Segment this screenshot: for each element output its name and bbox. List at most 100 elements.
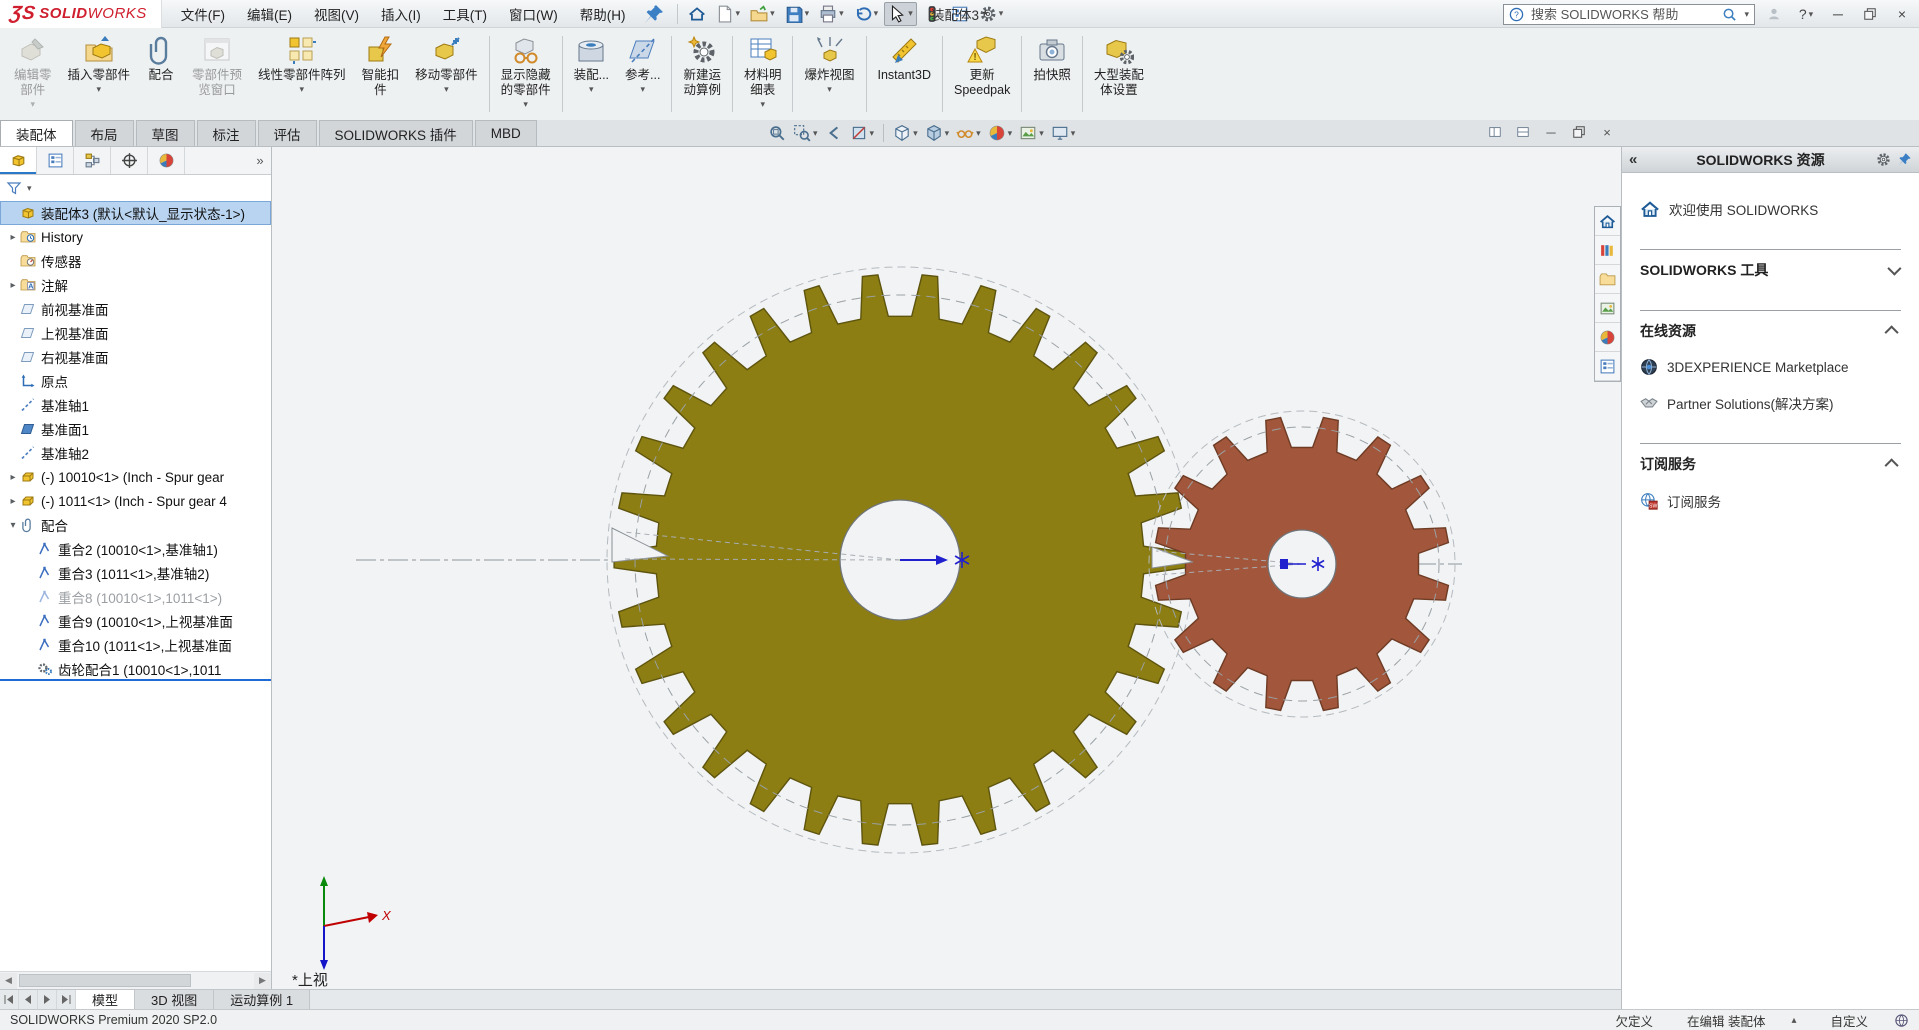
doc-tab-model[interactable]: 模型 — [76, 990, 135, 1009]
section-subscription-services-chevron-icon[interactable] — [1885, 458, 1899, 472]
tab-annotate[interactable]: 标注 — [197, 120, 256, 146]
filter-funnel-icon[interactable] — [6, 180, 22, 196]
new-dropdown-icon[interactable]: ▾ — [736, 9, 741, 18]
tabs-next-button[interactable] — [38, 990, 57, 1009]
status-globe-icon[interactable] — [1894, 1013, 1909, 1028]
tree-item-mates-folder[interactable]: ▾配合 — [0, 513, 271, 537]
appearances-tab[interactable] — [1595, 323, 1620, 352]
file-explorer-tab[interactable] — [1595, 265, 1620, 294]
print-dropdown-icon[interactable]: ▾ — [839, 9, 844, 18]
assembly-features-button[interactable]: 装配...▾ — [566, 28, 617, 120]
custom-properties-tab[interactable] — [1595, 352, 1620, 381]
welcome-link[interactable]: 欢迎使用 SOLIDWORKS — [1640, 199, 1901, 219]
search-box[interactable]: ? ▾ — [1503, 4, 1755, 25]
help-button[interactable]: ?▾ — [1793, 2, 1819, 26]
section-view-dropdown-icon[interactable]: ▾ — [870, 129, 875, 138]
assembly-features-dropdown-icon[interactable]: ▾ — [589, 85, 594, 94]
smart-fasteners-button[interactable]: 智能扣 件 — [354, 28, 408, 120]
section-online-resources-chevron-icon[interactable] — [1885, 325, 1899, 339]
exploded-view-dropdown-icon[interactable]: ▾ — [827, 85, 832, 94]
tree-item-axis1[interactable]: 基准轴1 — [0, 393, 271, 417]
close-doc-button[interactable]: × — [1598, 123, 1616, 141]
hide-show-items-button[interactable]: ▾ — [954, 122, 983, 144]
previous-view-button[interactable] — [823, 122, 845, 144]
apply-scene-dropdown-icon[interactable]: ▾ — [1039, 129, 1044, 138]
edit-component-dropdown-icon[interactable]: ▾ — [30, 100, 35, 109]
insert-component-button[interactable]: 插入零部件▾ — [60, 28, 139, 120]
linear-pattern-button[interactable]: 线性零部件阵列▾ — [250, 28, 354, 120]
select-button[interactable]: ▾ — [884, 2, 917, 26]
design-library-tab[interactable] — [1595, 236, 1620, 265]
tab-mbd[interactable]: MBD — [475, 120, 537, 146]
restore-button[interactable] — [1857, 2, 1883, 26]
undo-dropdown-icon[interactable]: ▾ — [874, 9, 879, 18]
show-hidden-dropdown-icon[interactable]: ▾ — [523, 100, 528, 109]
search-dropdown-icon[interactable]: ▾ — [1744, 10, 1749, 19]
menu-view[interactable]: 视图(V) — [303, 0, 370, 27]
section-subscription-services-header[interactable]: 订阅服务 — [1640, 454, 1901, 474]
restore-doc-button[interactable] — [1570, 123, 1588, 141]
tree-item-mate-coincident2[interactable]: 重合2 (10010<1>,基准轴1) — [0, 537, 271, 561]
scroll-right-icon[interactable]: ▶ — [254, 973, 271, 989]
reference-geometry-button[interactable]: 参考...▾ — [617, 28, 668, 120]
section-online-resources-header[interactable]: 在线资源 — [1640, 321, 1901, 341]
view-palette-tab[interactable] — [1595, 294, 1620, 323]
scroll-left-icon[interactable]: ◀ — [0, 973, 17, 989]
pane-split-button[interactable] — [1514, 123, 1532, 141]
new-motion-study-button[interactable]: 新建运 动算例 — [675, 28, 729, 120]
section-solidworks-tools-chevron-icon[interactable] — [1887, 262, 1901, 276]
scrollbar-thumb[interactable] — [19, 974, 191, 987]
tree-item-part-10010[interactable]: ▸(-) 10010<1> (Inch - Spur gear — [0, 465, 271, 489]
tree-item-annotations[interactable]: ▸A注解 — [0, 273, 271, 297]
expand-panel-icon[interactable]: » — [249, 147, 271, 174]
home-button[interactable] — [684, 2, 710, 26]
tab-assembly[interactable]: 装配体 — [0, 120, 73, 146]
view-settings-dropdown-icon[interactable]: ▾ — [1071, 129, 1076, 138]
menu-edit[interactable]: 编辑(E) — [236, 0, 303, 27]
zoom-fit-button[interactable] — [766, 122, 788, 144]
tree-item-part-1011[interactable]: ▸(-) 1011<1> (Inch - Spur gear 4 — [0, 489, 271, 513]
display-style-dropdown-icon[interactable]: ▾ — [945, 129, 950, 138]
pane-left-button[interactable] — [1486, 123, 1504, 141]
bill-of-materials-button[interactable]: 材料明 细表▾ — [736, 28, 790, 120]
tree-item-mate-coincident9[interactable]: 重合9 (10010<1>,上视基准面 — [0, 609, 271, 633]
zoom-area-button[interactable]: ▾ — [791, 122, 820, 144]
tab-sketch[interactable]: 草图 — [136, 120, 195, 146]
scrollbar-track[interactable] — [17, 972, 254, 989]
resources-tab[interactable] — [1595, 207, 1620, 236]
edit-appearance-button[interactable]: ▾ — [986, 122, 1015, 144]
settings-dropdown-icon[interactable]: ▾ — [999, 9, 1004, 18]
print-button[interactable]: ▾ — [815, 2, 848, 26]
tabs-prev-button[interactable] — [19, 990, 38, 1009]
insert-component-dropdown-icon[interactable]: ▾ — [97, 85, 102, 94]
show-hidden-button[interactable]: 显示隐藏 的零部件▾ — [493, 28, 559, 120]
minimize-doc-button[interactable]: ─ — [1542, 123, 1560, 141]
save-button[interactable]: ▾ — [781, 2, 814, 26]
tabs-last-button[interactable] — [57, 990, 76, 1009]
tree-item-mate-coincident8[interactable]: 重合8 (10010<1>,1011<1>) — [0, 585, 271, 609]
zoom-area-dropdown-icon[interactable]: ▾ — [813, 129, 818, 138]
task-pane-pin-icon[interactable] — [1897, 152, 1912, 167]
propertymanager-tab[interactable] — [37, 147, 74, 174]
menu-file[interactable]: 文件(F) — [170, 0, 236, 27]
tree-expand-icon[interactable]: ▾ — [6, 520, 20, 531]
apply-scene-button[interactable]: ▾ — [1017, 122, 1046, 144]
doc-tab-3d-views[interactable]: 3D 视图 — [135, 990, 214, 1009]
pin-menu-icon[interactable] — [643, 3, 665, 25]
update-speedpak-button[interactable]: !更新 Speedpak — [946, 28, 1018, 120]
dimxpertmanager-tab[interactable] — [111, 147, 148, 174]
tab-addins[interactable]: SOLIDWORKS 插件 — [319, 120, 473, 146]
move-component-button[interactable]: 移动零部件▾ — [407, 28, 486, 120]
menu-tools[interactable]: 工具(T) — [432, 0, 498, 27]
3dexperience-marketplace-link[interactable]: 3DEXPERIENCE Marketplace — [1640, 358, 1901, 376]
tree-expand-icon[interactable]: ▸ — [6, 472, 20, 483]
large-assembly-button[interactable]: 大型装配 体设置 — [1086, 28, 1152, 120]
task-pane-settings-icon[interactable] — [1876, 152, 1891, 167]
featuremanager-tab[interactable] — [0, 147, 37, 174]
tree-item-origin[interactable]: 原点 — [0, 369, 271, 393]
filter-dropdown-icon[interactable]: ▾ — [27, 184, 32, 193]
status-expand-icon[interactable]: ▴ — [1791, 1015, 1796, 1026]
take-snapshot-button[interactable]: 拍快照 — [1025, 28, 1079, 120]
view-settings-button[interactable]: ▾ — [1049, 122, 1078, 144]
doc-tab-motion-study-1[interactable]: 运动算例 1 — [214, 990, 310, 1009]
